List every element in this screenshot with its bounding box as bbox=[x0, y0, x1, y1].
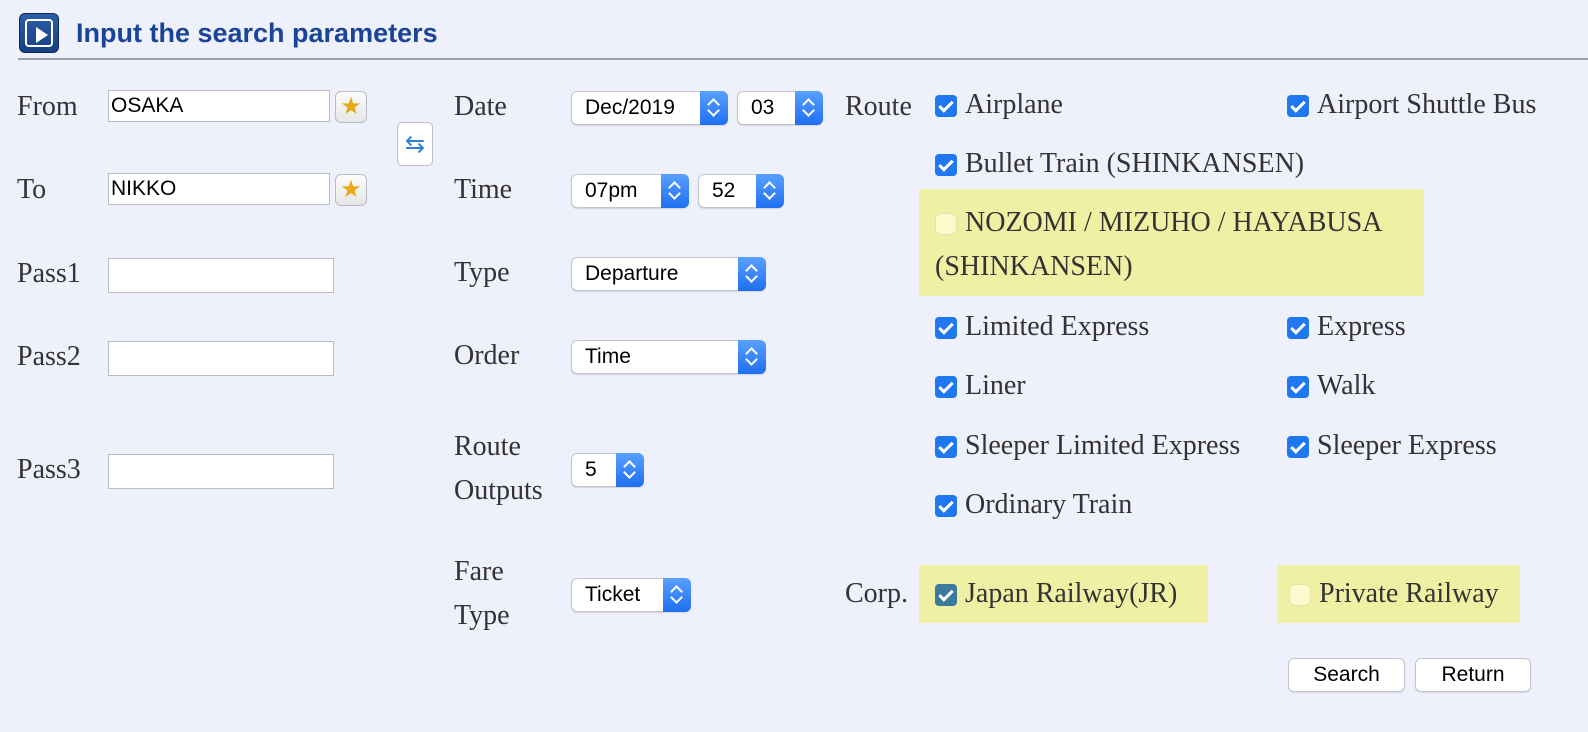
order-value: Time bbox=[585, 345, 631, 368]
type-label: Type bbox=[454, 257, 510, 288]
header-divider bbox=[18, 58, 1588, 60]
time-minute-value: 52 bbox=[712, 179, 736, 202]
search-button[interactable]: Search bbox=[1288, 658, 1405, 692]
pass2-input[interactable] bbox=[108, 341, 334, 376]
route-outputs-label-line1: Route bbox=[454, 431, 521, 462]
to-label: To bbox=[17, 174, 47, 205]
page-title: Input the search parameters bbox=[76, 18, 438, 48]
route-outputs-select[interactable]: 5 bbox=[571, 453, 644, 487]
time-hour-value: 07pm bbox=[585, 179, 638, 202]
pass2-label: Pass2 bbox=[17, 341, 81, 372]
ordinary-train-checkbox[interactable] bbox=[935, 495, 957, 517]
sleeper-limited-express-checkbox[interactable] bbox=[935, 436, 957, 458]
time-label: Time bbox=[454, 174, 513, 205]
fare-type-label-line2: Type bbox=[454, 600, 510, 631]
pass3-label: Pass3 bbox=[17, 454, 81, 485]
bullet-train-label: Bullet Train (SHINKANSEN) bbox=[965, 148, 1305, 179]
pass3-input[interactable] bbox=[108, 454, 334, 489]
private-railway-checkbox[interactable] bbox=[1289, 584, 1311, 606]
walk-label: Walk bbox=[1317, 370, 1376, 401]
date-day-value: 03 bbox=[751, 96, 775, 119]
express-label: Express bbox=[1317, 311, 1406, 342]
swap-stations-icon[interactable]: ⇆ bbox=[397, 122, 433, 166]
date-day-select[interactable]: 03 bbox=[737, 91, 823, 125]
pass1-label: Pass1 bbox=[17, 258, 81, 289]
chevron-up-down-icon bbox=[661, 174, 689, 208]
time-minute-select[interactable]: 52 bbox=[698, 174, 784, 208]
airport-shuttle-bus-label: Airport Shuttle Bus bbox=[1317, 89, 1537, 120]
fare-type-label-line1: Fare bbox=[454, 556, 504, 587]
chevron-up-down-icon bbox=[795, 91, 823, 125]
sleeper-express-label: Sleeper Express bbox=[1317, 430, 1497, 461]
sleeper-limited-express-label: Sleeper Limited Express bbox=[965, 430, 1241, 461]
sleeper-express-checkbox[interactable] bbox=[1287, 436, 1309, 458]
chevron-up-down-icon bbox=[738, 340, 766, 374]
chevron-up-down-icon bbox=[756, 174, 784, 208]
date-label: Date bbox=[454, 91, 507, 122]
from-input[interactable] bbox=[108, 90, 330, 122]
jr-label: Japan Railway(JR) bbox=[965, 578, 1178, 609]
time-hour-select[interactable]: 07pm bbox=[571, 174, 689, 208]
date-month-value: Dec/2019 bbox=[585, 96, 675, 119]
route-outputs-value: 5 bbox=[585, 458, 597, 481]
chevron-up-down-icon bbox=[700, 91, 728, 125]
route-label: Route bbox=[845, 91, 912, 122]
chevron-up-down-icon bbox=[738, 257, 766, 291]
nozomi-label-line1: NOZOMI / MIZUHO / HAYABUSA bbox=[965, 207, 1383, 238]
type-select[interactable]: Departure bbox=[571, 257, 766, 291]
date-month-select[interactable]: Dec/2019 bbox=[571, 91, 728, 125]
to-input[interactable] bbox=[108, 173, 330, 205]
pass1-input[interactable] bbox=[108, 258, 334, 293]
order-label: Order bbox=[454, 340, 520, 371]
fare-type-select[interactable]: Ticket bbox=[571, 578, 691, 612]
nozomi-label-line2: (SHINKANSEN) bbox=[935, 251, 1133, 282]
limited-express-label: Limited Express bbox=[965, 311, 1150, 342]
chevron-up-down-icon bbox=[616, 453, 644, 487]
route-outputs-label-line2: Outputs bbox=[454, 475, 543, 506]
airplane-label: Airplane bbox=[965, 89, 1063, 120]
express-checkbox[interactable] bbox=[1287, 317, 1309, 339]
star-icon[interactable]: ★ bbox=[335, 91, 367, 123]
ordinary-train-label: Ordinary Train bbox=[965, 489, 1133, 520]
nozomi-checkbox[interactable] bbox=[935, 213, 957, 235]
private-railway-label: Private Railway bbox=[1319, 578, 1499, 609]
chevron-up-down-icon bbox=[663, 578, 691, 612]
airplane-checkbox[interactable] bbox=[935, 95, 957, 117]
limited-express-checkbox[interactable] bbox=[935, 317, 957, 339]
return-button[interactable]: Return bbox=[1415, 658, 1531, 692]
liner-checkbox[interactable] bbox=[935, 376, 957, 398]
order-select[interactable]: Time bbox=[571, 340, 766, 374]
bullet-train-checkbox[interactable] bbox=[935, 154, 957, 176]
corp-label: Corp. bbox=[845, 578, 908, 609]
jr-checkbox[interactable] bbox=[935, 584, 957, 606]
walk-checkbox[interactable] bbox=[1287, 376, 1309, 398]
star-icon[interactable]: ★ bbox=[335, 174, 367, 206]
airport-shuttle-bus-checkbox[interactable] bbox=[1287, 95, 1309, 117]
type-value: Departure bbox=[585, 262, 679, 285]
from-label: From bbox=[17, 91, 78, 122]
liner-label: Liner bbox=[965, 370, 1026, 401]
fare-type-value: Ticket bbox=[585, 583, 641, 606]
play-icon bbox=[19, 13, 59, 53]
